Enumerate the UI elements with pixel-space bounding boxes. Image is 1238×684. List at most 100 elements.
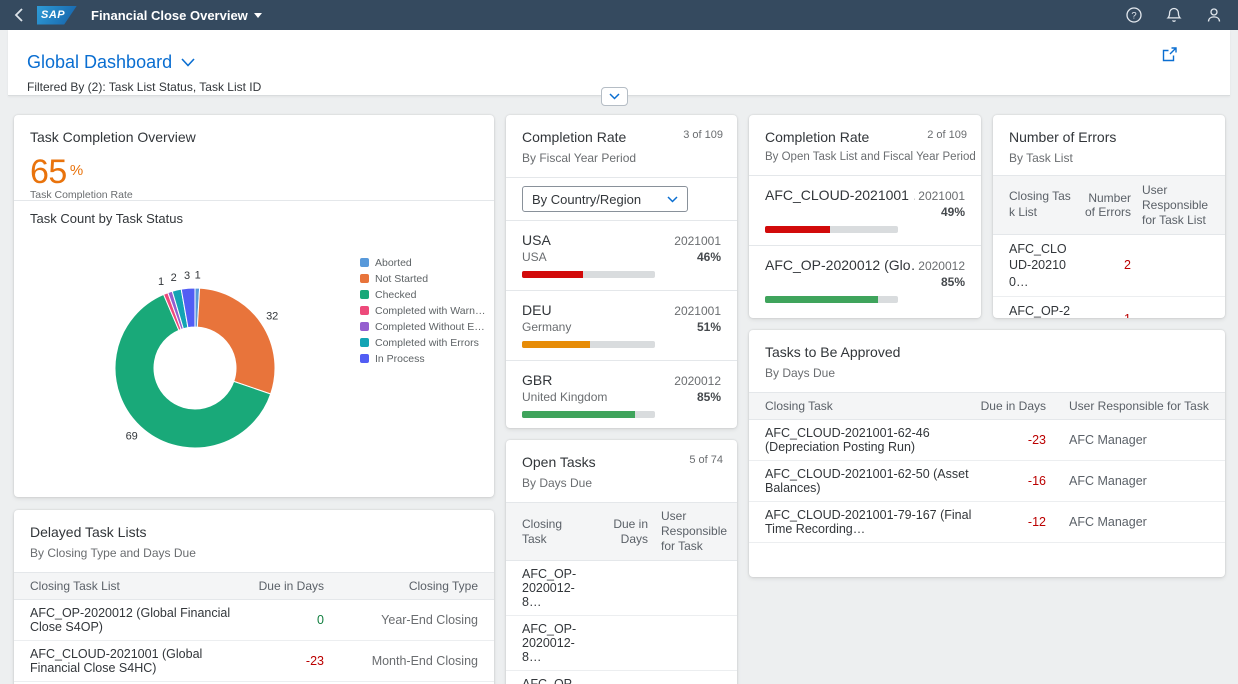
legend-swatch xyxy=(360,338,369,347)
legend-label: Completed with Warn… xyxy=(375,305,485,317)
column-header: User Responsible for Task List xyxy=(1131,177,1225,234)
legend-swatch xyxy=(360,322,369,331)
card-task-completion-overview: Task Completion Overview 65% Task Comple… xyxy=(14,115,494,497)
table-row[interactable]: AFC_OP-2020012-8… xyxy=(506,671,737,684)
card-title: Delayed Task Lists xyxy=(30,524,478,540)
donut-data-label: 1 xyxy=(158,276,164,288)
closing-task: AFC_CLOUD-2021001-62-50 (Asset Balances) xyxy=(749,461,979,501)
card-open-tasks: Open Tasks By Days Due 5 of 74 Closing T… xyxy=(506,440,737,684)
column-header: Closing Task List xyxy=(993,183,1075,226)
legend-item: Not Started xyxy=(360,272,492,286)
column-header: Due in Days xyxy=(588,511,648,553)
progress-item[interactable]: GBR 2020012 United Kingdom 85% xyxy=(506,360,737,428)
card-tasks-to-be-approved: Tasks to Be Approved By Days Due Closing… xyxy=(749,330,1225,577)
legend-swatch xyxy=(360,258,369,267)
card-title: Tasks to Be Approved xyxy=(765,344,1209,360)
card-count: 5 of 74 xyxy=(689,454,723,466)
legend-label: In Process xyxy=(375,353,425,365)
legend-item: Completed Without E… xyxy=(360,320,492,334)
progress-item[interactable]: DEU 2021001 Germany 51% xyxy=(506,290,737,360)
back-button[interactable] xyxy=(14,8,23,22)
completion-percent: 51% xyxy=(697,320,721,334)
table-row[interactable]: AFC_CLOUD-202100… 2 xyxy=(993,235,1225,297)
card-subtitle: By Task List xyxy=(1009,151,1209,165)
card-subtitle: By Days Due xyxy=(522,476,721,490)
progress-item[interactable]: AFC_OP-2020012 (Glo… 2020012 85% xyxy=(749,245,981,315)
table-row[interactable]: AFC_CLOUD-2021001 (Global Financial Clos… xyxy=(14,641,494,682)
table-row[interactable]: AFC_CLOUD-2021001-79-167 (Final Time Rec… xyxy=(749,502,1225,543)
completion-percent: 46% xyxy=(697,250,721,264)
closing-task-list: AFC_OP-2020012… xyxy=(993,297,1075,318)
donut-slice[interactable] xyxy=(197,288,275,394)
table-header: Closing Task Due in Days User Responsibl… xyxy=(749,392,1225,420)
card-header[interactable]: Number of Errors By Task List xyxy=(993,115,1225,165)
column-header: User Responsible for Task xyxy=(1046,393,1225,419)
app-title-menu[interactable]: Financial Close Overview xyxy=(91,8,262,23)
completion-percent: 85% xyxy=(697,390,721,404)
progress-track xyxy=(522,271,655,278)
chevron-down-icon xyxy=(181,58,195,67)
card-delayed-task-lists: Delayed Task Lists By Closing Type and D… xyxy=(14,510,494,684)
table-body: AFC_CLOUD-202100… 2 AFC_OP-2020012… 1 xyxy=(993,235,1225,318)
item-code: DEU xyxy=(522,302,552,318)
table-row[interactable]: AFC_OP-2020012-8… xyxy=(506,616,737,671)
closing-task: AFC_CLOUD-2021001-79-167 (Final Time Rec… xyxy=(749,502,979,542)
card-subtitle: By Closing Type and Days Due xyxy=(30,546,478,560)
legend-item: Aborted xyxy=(360,256,492,270)
item-code: USA xyxy=(522,232,551,248)
sap-logo[interactable]: SAP xyxy=(37,6,77,25)
profile-icon[interactable] xyxy=(1206,7,1222,23)
donut-chart[interactable]: 13269123 xyxy=(24,223,364,485)
dashboard-title-menu[interactable]: Global Dashboard xyxy=(27,52,195,73)
user-responsible: AFC Manager xyxy=(1046,509,1225,535)
kpi-unit: % xyxy=(70,162,83,179)
column-header: User Responsible for Task xyxy=(648,503,737,560)
chevron-down-icon xyxy=(667,196,678,203)
number-of-errors: 1 xyxy=(1075,306,1131,318)
table-row[interactable]: AFC_OP-2020012 (Global Financial Close S… xyxy=(14,600,494,641)
card-header[interactable]: Delayed Task Lists By Closing Type and D… xyxy=(14,510,494,560)
user-responsible xyxy=(1131,259,1225,271)
card-completion-rate-fiscal: Completion Rate By Fiscal Year Period 3 … xyxy=(506,115,737,428)
card-completion-rate-open: Completion Rate By Open Task List and Fi… xyxy=(749,115,981,318)
due-in-days: -16 xyxy=(979,468,1046,494)
chevron-down-icon xyxy=(609,93,620,100)
card-title[interactable]: Task Completion Overview xyxy=(30,129,196,145)
table-row[interactable]: AFC_CLOUD-2021001-62-46 (Depreciation Po… xyxy=(749,420,1225,461)
legend-label: Completed Without E… xyxy=(375,321,485,333)
closing-task: AFC_CLOUD-2021001-62-46 (Depreciation Po… xyxy=(749,420,979,460)
card-title: Number of Errors xyxy=(1009,129,1209,145)
table-row[interactable]: AFC_OP-2020012… 1 xyxy=(993,297,1225,318)
table-row[interactable]: AFC_CLOUD-2021001-62-50 (Asset Balances)… xyxy=(749,461,1225,502)
progress-list: AFC_CLOUD-2021001 … 2021001 49% AFC_OP-2… xyxy=(749,176,981,315)
progress-item[interactable]: AFC_CLOUD-2021001 … 2021001 49% xyxy=(749,176,981,245)
table-body: AFC_OP-2020012 (Global Financial Close S… xyxy=(14,600,494,682)
column-header: Number of Errors xyxy=(1075,185,1131,225)
column-header: Closing Task xyxy=(506,511,588,553)
column-header: Due in Days xyxy=(979,393,1046,419)
notifications-icon[interactable] xyxy=(1166,7,1182,23)
share-icon[interactable] xyxy=(1161,46,1178,63)
kpi-value: 65 xyxy=(30,153,67,191)
progress-track xyxy=(522,341,655,348)
svg-text:?: ? xyxy=(1131,10,1136,21)
table-row[interactable]: AFC_OP-2020012-8… xyxy=(506,561,737,616)
due-in-days: 0 xyxy=(234,607,324,633)
card-header[interactable]: Tasks to Be Approved By Days Due xyxy=(749,330,1225,380)
filter-summary[interactable]: Filtered By (2): Task List Status, Task … xyxy=(27,80,261,94)
donut-legend: AbortedNot StartedCheckedCompleted with … xyxy=(360,256,492,368)
chevron-left-icon xyxy=(14,8,23,22)
dropdown-row: By Country/Region xyxy=(506,178,737,221)
legend-label: Completed with Errors xyxy=(375,337,479,349)
progress-fill xyxy=(522,341,590,348)
column-header: Closing Task xyxy=(749,393,979,419)
collapse-header-button[interactable] xyxy=(601,87,628,106)
progress-item[interactable]: USA 2021001 USA 46% xyxy=(506,221,737,290)
view-by-dropdown[interactable]: By Country/Region xyxy=(522,186,688,212)
progress-fill xyxy=(522,271,583,278)
progress-fill xyxy=(522,411,635,418)
item-name: United Kingdom xyxy=(522,390,607,404)
help-icon[interactable]: ? xyxy=(1126,7,1142,23)
column-header: Closing Type xyxy=(324,573,494,599)
user-responsible: AFC Manager xyxy=(1046,468,1225,494)
